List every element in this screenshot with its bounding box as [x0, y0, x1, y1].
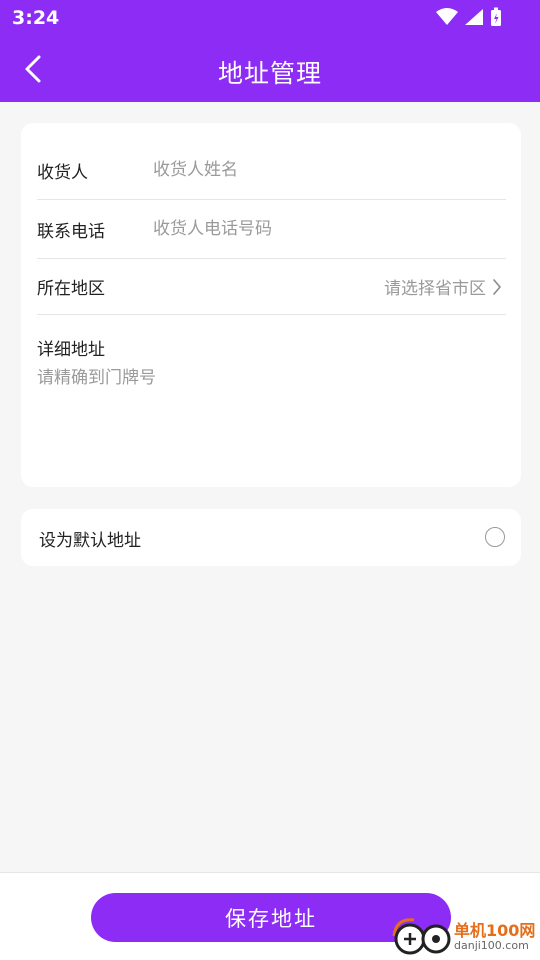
watermark-name: 单机100网	[454, 921, 536, 940]
phone-label: 联系电话	[37, 221, 105, 242]
recipient-label: 收货人	[37, 162, 88, 183]
detail-address-label: 详细地址	[37, 340, 105, 360]
recipient-row: 收货人	[37, 141, 506, 200]
phone-input[interactable]	[153, 219, 506, 239]
phone-row: 联系电话	[37, 200, 506, 259]
default-address-radio[interactable]	[485, 527, 505, 547]
region-placeholder: 请选择省市区	[384, 279, 486, 299]
default-address-card: 设为默认地址	[21, 509, 521, 566]
default-address-label: 设为默认地址	[39, 531, 141, 551]
chevron-right-icon	[492, 277, 506, 297]
signal-icon	[465, 9, 483, 25]
region-picker[interactable]: 所在地区 请选择省市区	[37, 259, 506, 315]
region-label: 所在地区	[37, 279, 105, 299]
watermark: 单机100网 danji100.com	[388, 914, 538, 958]
status-time: 3:24	[12, 7, 60, 29]
system-icons	[436, 7, 502, 27]
page-title: 地址管理	[217, 59, 322, 88]
app-bar: 地址管理	[0, 36, 540, 102]
wifi-icon	[436, 8, 458, 25]
address-form-card: 收货人 联系电话 所在地区 请选择省市区 详细地址	[21, 123, 521, 487]
watermark-logo-icon	[392, 918, 451, 955]
battery-icon	[491, 7, 501, 26]
recipient-input[interactable]	[153, 160, 506, 180]
watermark-url: danji100.com	[454, 939, 529, 952]
status-bar: 3:24	[0, 0, 540, 36]
detail-address-input[interactable]	[37, 363, 497, 473]
